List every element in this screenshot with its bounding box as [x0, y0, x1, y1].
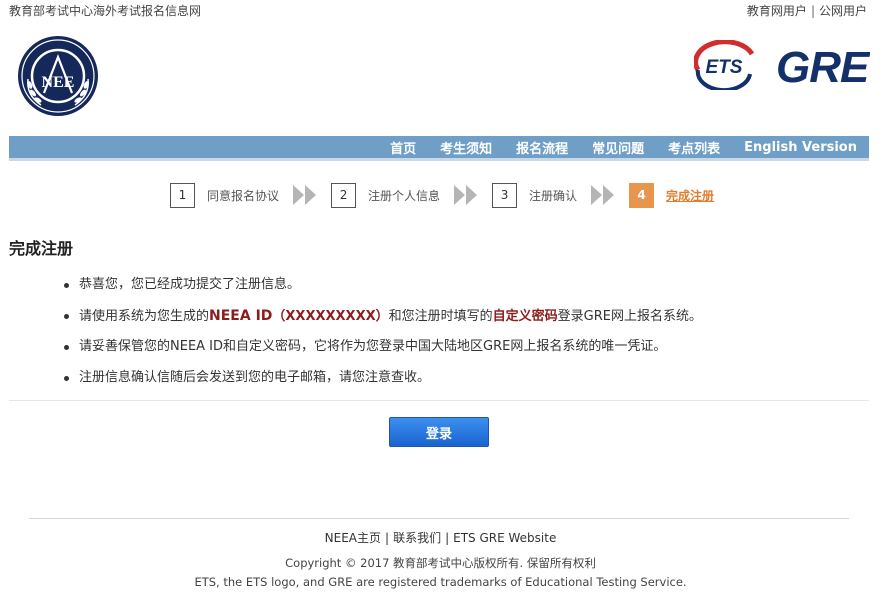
user-link-separator: |	[810, 4, 815, 18]
step-3-label: 注册确认	[529, 188, 578, 203]
nav-registration-process[interactable]: 报名流程	[516, 138, 568, 157]
neea-logo[interactable]: NEE	[17, 35, 99, 117]
list-item: 请使用系统为您生成的NEEA ID（XXXXXXXXX）和您注册时填写的自定义密…	[62, 303, 852, 334]
neea-logo-text: NEE	[42, 74, 75, 91]
user-links: 教育网用户 | 公网用户	[747, 2, 867, 19]
login-instruction-post: 登录GRE网上报名系统。	[557, 309, 702, 324]
copyright-text: Copyright © 2017 教育部考试中心版权所有. 保留所有权利	[285, 556, 596, 570]
trademark-text: ETS, the ETS logo, and GRE are registere…	[194, 575, 687, 589]
list-item: 注册信息确认信随后会发送到您的电子邮箱，请您注意查收。	[62, 365, 852, 396]
step-2-label: 注册个人信息	[368, 188, 441, 203]
main-nav: 首页 考生须知 报名流程 常见问题 考点列表 English Version	[9, 136, 869, 161]
footer-separator: |	[385, 531, 390, 545]
nav-test-center-list[interactable]: 考点列表	[668, 138, 720, 157]
step-4-number: 4	[629, 182, 655, 208]
step-2-number: 2	[331, 182, 357, 208]
footer-divider	[29, 518, 849, 519]
step-arrow-icon	[591, 185, 615, 205]
content-divider	[9, 400, 869, 401]
step-arrow-icon	[293, 185, 317, 205]
login-instruction-mid: 和您注册时填写的	[388, 309, 493, 324]
nav-items: 首页 考生须知 报名流程 常见问题 考点列表 English Version	[366, 136, 857, 158]
login-button[interactable]: 登录	[389, 417, 489, 447]
footer-link-ets-gre[interactable]: ETS GRE Website	[453, 531, 556, 545]
footer-links: NEEA主页 | 联系我们 | ETS GRE Website	[0, 529, 881, 546]
nav-faq[interactable]: 常见问题	[592, 138, 644, 157]
gre-logo-text: GRE	[776, 43, 870, 90]
login-instruction-pre: 请使用系统为您生成的	[79, 309, 210, 324]
top-bar: 教育部考试中心海外考试报名信息网 教育网用户 | 公网用户	[0, 0, 881, 20]
success-message: 恭喜您，您已经成功提交了注册信息。	[79, 277, 301, 292]
registration-steps: 1 同意报名协议 2 注册个人信息 3 注册确认 4 完成注册	[170, 182, 714, 208]
footer-link-contact-us[interactable]: 联系我们	[393, 531, 441, 545]
site-title: 教育部考试中心海外考试报名信息网	[9, 4, 202, 18]
edu-user-link[interactable]: 教育网用户	[747, 4, 807, 18]
footer-link-neea-home[interactable]: NEEA主页	[325, 531, 381, 545]
step-3-number: 3	[492, 182, 518, 208]
ets-gre-logo[interactable]: ETS GRE	[694, 40, 870, 90]
neea-id-label: NEEA ID	[209, 308, 273, 324]
step-1-label: 同意报名协议	[207, 188, 280, 203]
credential-notice: 请妥善保管您的NEEA ID和自定义密码，它将作为您登录中国大陆地区GRE网上报…	[79, 339, 667, 354]
nav-english-version[interactable]: English Version	[744, 140, 857, 155]
email-notice: 注册信息确认信随后会发送到您的电子邮箱，请您注意查收。	[79, 370, 431, 385]
step-4-label[interactable]: 完成注册	[666, 187, 714, 204]
page-title: 完成注册	[9, 239, 74, 258]
list-item: 请妥善保管您的NEEA ID和自定义密码，它将作为您登录中国大陆地区GRE网上报…	[62, 334, 852, 365]
nav-home[interactable]: 首页	[390, 138, 416, 157]
list-item: 恭喜您，您已经成功提交了注册信息。	[62, 272, 852, 303]
nav-candidate-notice[interactable]: 考生须知	[440, 138, 492, 157]
step-1-number: 1	[170, 182, 195, 208]
step-arrow-icon	[454, 185, 478, 205]
ets-logo-text: ETS	[706, 57, 743, 78]
neea-id-value: （XXXXXXXXX）	[272, 309, 389, 324]
public-user-link[interactable]: 公网用户	[819, 4, 867, 18]
info-list: 恭喜您，您已经成功提交了注册信息。 请使用系统为您生成的NEEA ID（XXXX…	[62, 272, 852, 396]
footer-separator: |	[445, 531, 450, 545]
custom-password-label: 自定义密码	[492, 309, 558, 324]
ets-logo: ETS	[694, 40, 755, 90]
